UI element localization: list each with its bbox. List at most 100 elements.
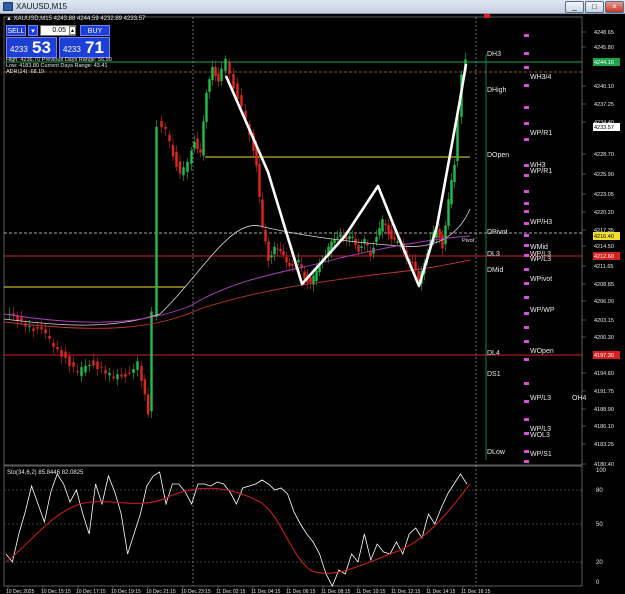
candle-body: [32, 328, 35, 331]
candle-body: [64, 351, 67, 358]
candle-body: [417, 270, 420, 281]
time-axis-label: 11 Dec 02:15: [216, 589, 246, 594]
candle-body: [366, 243, 369, 246]
price-axis-label: 4194.60: [594, 371, 614, 377]
candle-body: [164, 126, 167, 130]
candle-body: [267, 241, 270, 261]
candle-body: [339, 234, 342, 237]
level-label-dmid: DMid: [487, 267, 503, 274]
candle-body: [140, 366, 143, 381]
candle-body: [232, 74, 235, 89]
candle-body: [396, 241, 399, 243]
candle-body: [155, 126, 158, 317]
candle-body: [303, 271, 306, 279]
candle-body: [411, 261, 414, 263]
price-axis-label: 4228.70: [594, 152, 614, 158]
osc-axis-label: 0: [596, 580, 600, 586]
price-axis-label: 4220.20: [594, 210, 614, 216]
weekly-pivot-marker: [524, 122, 529, 125]
time-axis-label: 11 Dec 06:15: [286, 589, 316, 594]
candle-body: [270, 255, 273, 258]
candle-body: [336, 237, 339, 239]
candle-body: [357, 245, 360, 252]
candle-body: [220, 68, 223, 82]
candle-body: [193, 141, 196, 149]
level-label-pivot: Pivot: [462, 238, 475, 244]
candle-body: [236, 83, 239, 99]
buy-price-button[interactable]: 4233 71: [59, 37, 110, 58]
stochastic-oscillator: [5, 471, 471, 587]
candle-body: [285, 257, 288, 263]
candle-body: [168, 134, 171, 142]
time-axis-label: 10 Dec 21:15: [146, 589, 176, 594]
time-axis[interactable]: 10 Dec 2025 10 Dec 15:15 10 Dec 17:15 10 De…: [6, 586, 491, 594]
one-click-trading-panel: SELL ▾ 0.05 ▴ BUY 4233 53 4233 71: [6, 24, 110, 58]
sell-price-button[interactable]: 4233 53: [6, 37, 57, 58]
candle-body: [160, 121, 163, 128]
time-axis-label: 10 Dec 19:15: [111, 589, 141, 594]
level-label-dopen: DOpen: [487, 152, 509, 159]
candle-body: [132, 369, 135, 373]
weekly-pivot-marker: [524, 174, 529, 177]
lot-increase-button[interactable]: ▴: [69, 26, 76, 35]
level-label-dpivot: DPivot: [487, 229, 508, 236]
candle-body: [387, 224, 390, 235]
level-label-dh3: DH3: [487, 51, 501, 58]
price-badge-label: 4212.60: [594, 254, 614, 260]
weekly-pivot-marker: [524, 268, 529, 271]
price-axis-label: 4211.65: [594, 264, 613, 270]
candle-body: [80, 367, 83, 377]
candle-body: [228, 61, 231, 74]
weekly-pivot-marker: [524, 210, 529, 213]
buy-button[interactable]: BUY: [80, 25, 110, 36]
candle-body: [282, 251, 285, 256]
candle-body: [450, 180, 453, 205]
weekly-pivot-marker: [524, 164, 529, 167]
price-axis[interactable]: 4248.654245.804240.104237.254234.404228.…: [582, 30, 620, 468]
candle-body: [224, 58, 227, 71]
candle-body: [360, 246, 363, 248]
candle-body: [48, 336, 51, 339]
candle-body: [214, 66, 217, 77]
candle-body: [112, 376, 115, 379]
moving-average-slow: [3, 259, 471, 329]
price-axis-label: 4223.05: [594, 192, 614, 198]
price-axis-label: 4225.90: [594, 172, 614, 178]
session-marker: [484, 14, 490, 18]
candle-body: [264, 229, 267, 242]
candle-body: [100, 366, 103, 368]
candle-body: [384, 223, 387, 226]
time-axis-label: 11 Dec 12:15: [391, 589, 421, 594]
price-axis-label: 4248.65: [594, 30, 614, 36]
candle-body: [261, 199, 264, 227]
level-label-wph3: WP/H3: [530, 219, 552, 226]
close-button[interactable]: ×: [605, 1, 624, 13]
sell-button[interactable]: SELL: [6, 25, 26, 36]
candle-body: [441, 234, 444, 249]
sell-price-pips: 53: [32, 38, 51, 57]
lot-decrease-button[interactable]: ▾: [28, 25, 38, 36]
candle-body: [345, 237, 348, 240]
chart-area[interactable]: DH3 DHigh DOpen DPivot Pivot DL3 DMid DL…: [0, 14, 625, 594]
time-axis-label: 11 Dec 10:15: [356, 589, 386, 594]
candle-body: [88, 364, 91, 366]
candle-body: [20, 317, 23, 321]
time-axis-label: 10 Dec 15:15: [41, 589, 71, 594]
candle-body: [72, 362, 75, 367]
minimize-button[interactable]: _: [565, 1, 584, 13]
level-label-dl3: DL3: [487, 251, 500, 258]
weekly-pivot-marker: [524, 138, 529, 141]
candle-body: [92, 360, 95, 366]
maximize-button[interactable]: □: [585, 1, 604, 13]
candle-body: [351, 236, 354, 238]
osc-axis-label: 80: [596, 488, 603, 494]
weekly-pivot-marker: [524, 234, 529, 237]
candle-body: [56, 346, 59, 350]
moving-averages: [3, 208, 471, 329]
candle-body: [28, 326, 31, 328]
level-label-dlow: DLow: [487, 449, 506, 456]
weekly-pivot-marker: [524, 244, 529, 247]
price-chart[interactable]: DH3 DHigh DOpen DPivot Pivot DL3 DMid DL…: [0, 14, 625, 594]
candle-body: [453, 164, 456, 183]
time-axis-label: 11 Dec 04:15: [251, 589, 281, 594]
